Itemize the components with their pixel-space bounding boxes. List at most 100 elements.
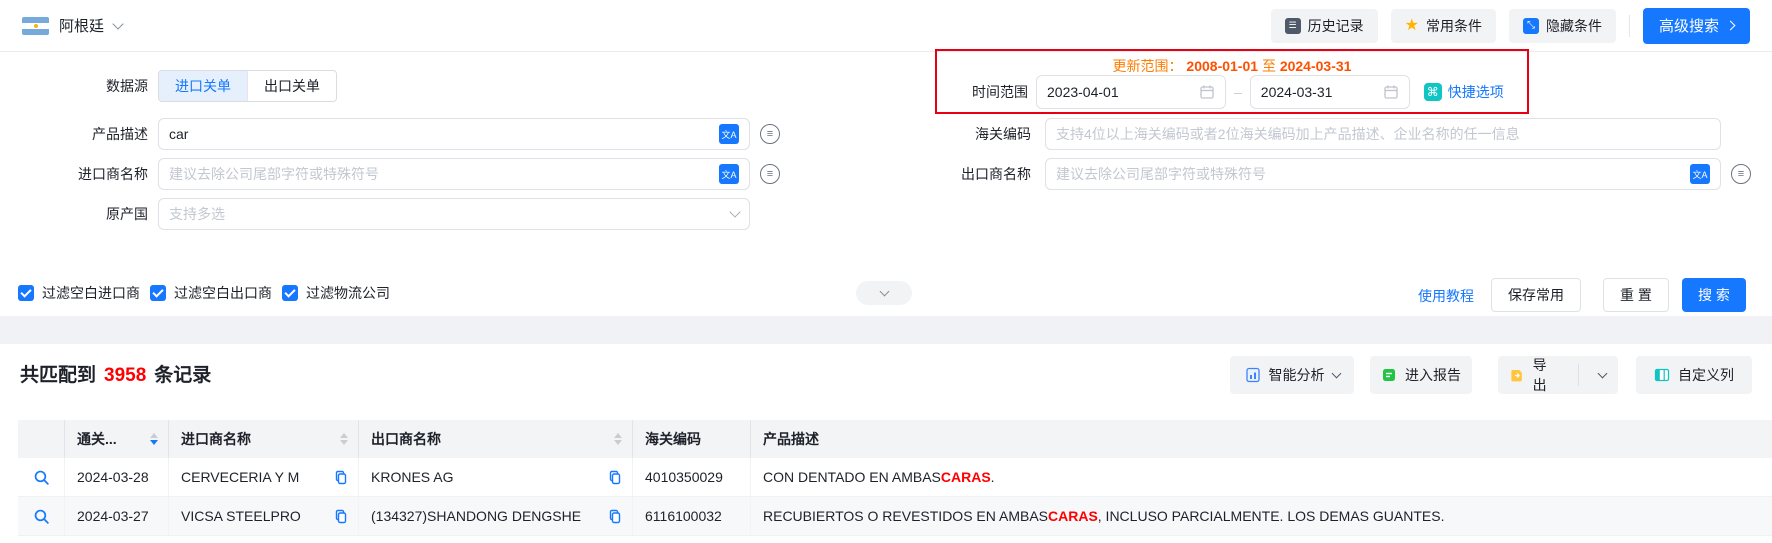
copy-icon[interactable] bbox=[608, 470, 622, 485]
quick-options-icon: ⌘ bbox=[1423, 83, 1442, 101]
exporter-field[interactable]: 文A bbox=[1045, 158, 1721, 190]
checkbox-checked-icon[interactable] bbox=[150, 285, 166, 301]
header-product-desc: 产品描述 bbox=[763, 431, 819, 447]
importer-label: 进口商名称 bbox=[78, 166, 148, 182]
checkbox-checked-icon[interactable] bbox=[18, 285, 34, 301]
customize-columns-button[interactable]: 自定义列 bbox=[1636, 356, 1752, 394]
translate-icon[interactable]: 文A bbox=[1690, 164, 1710, 184]
chevron-down-icon bbox=[1331, 368, 1341, 379]
chevron-down-icon bbox=[879, 286, 889, 296]
country-selector[interactable]: 阿根廷 bbox=[22, 15, 124, 36]
argentina-flag-icon bbox=[22, 16, 49, 35]
copy-icon[interactable] bbox=[334, 470, 348, 485]
origin-country-select[interactable] bbox=[158, 198, 750, 230]
hs-code-input[interactable] bbox=[1056, 126, 1710, 142]
cell-importer: CERVECERIA Y M bbox=[169, 458, 359, 496]
date-from-field[interactable] bbox=[1036, 75, 1226, 109]
cell-date: 2024-03-28 bbox=[65, 458, 169, 496]
hide-conditions-label: 隐藏条件 bbox=[1545, 17, 1602, 34]
exporter-input[interactable] bbox=[1056, 166, 1684, 182]
sort-icons bbox=[340, 433, 348, 445]
export-split-button: 导出 bbox=[1498, 356, 1618, 394]
product-desc-input[interactable] bbox=[169, 126, 713, 142]
reset-button[interactable]: 重 置 bbox=[1603, 278, 1669, 312]
importer-input[interactable] bbox=[169, 166, 713, 182]
chevron-right-icon bbox=[1725, 20, 1736, 31]
copy-icon[interactable] bbox=[334, 509, 348, 524]
tab-export-declarations[interactable]: 出口关单 bbox=[247, 71, 336, 101]
origin-country-input[interactable] bbox=[169, 206, 725, 222]
hide-conditions-button[interactable]: ⤡ 隐藏条件 bbox=[1508, 8, 1616, 43]
magnifier-icon bbox=[34, 470, 49, 485]
synonym-toggle-icon[interactable]: ≡ bbox=[1731, 164, 1751, 184]
collapse-form-button[interactable] bbox=[856, 281, 912, 305]
customize-columns-label: 自定义列 bbox=[1678, 367, 1734, 383]
tab-import-declarations[interactable]: 进口关单 bbox=[159, 71, 247, 101]
translate-icon[interactable]: 文A bbox=[719, 164, 739, 184]
count-number: 3958 bbox=[104, 365, 147, 386]
header-importer[interactable]: 进口商名称 bbox=[169, 420, 359, 458]
translate-icon[interactable]: 文A bbox=[719, 124, 739, 144]
export-dropdown-button[interactable] bbox=[1587, 356, 1618, 394]
count-prefix: 共匹配到 bbox=[20, 365, 97, 386]
calendar-icon bbox=[1384, 85, 1398, 99]
favorites-label: 常用条件 bbox=[1425, 17, 1482, 34]
copy-icon[interactable] bbox=[608, 509, 622, 524]
view-record-button[interactable] bbox=[18, 458, 65, 496]
smart-analysis-button[interactable]: 智能分析 bbox=[1230, 356, 1354, 394]
filter-blank-importer-checkbox[interactable]: 过滤空白进口商 bbox=[18, 283, 140, 303]
search-form: 更新范围： 2008-01-01 至 2024-03-31 时间范围 – ⌘ 快… bbox=[0, 49, 1772, 316]
top-bar: 阿根廷 ☰ 历史记录 ★ 常用条件 ⤡ 隐藏条件 高级搜索 bbox=[0, 0, 1772, 52]
date-range-dash: – bbox=[1234, 84, 1242, 100]
header-clearance-date[interactable]: 通关... bbox=[65, 420, 169, 458]
view-record-button[interactable] bbox=[18, 497, 65, 535]
quick-options-link[interactable]: ⌘ 快捷选项 bbox=[1423, 82, 1504, 102]
filter-logistics-label: 过滤物流公司 bbox=[306, 285, 390, 301]
sort-icons bbox=[150, 433, 158, 445]
sort-desc-icon[interactable] bbox=[614, 440, 622, 445]
filter-logistics-checkbox[interactable]: 过滤物流公司 bbox=[282, 283, 390, 303]
chevron-down-icon bbox=[729, 206, 741, 218]
filter-blank-exporter-checkbox[interactable]: 过滤空白出口商 bbox=[150, 283, 272, 303]
cell-exporter: (134327)SHANDONG DENGSHE bbox=[359, 497, 633, 535]
product-desc-field[interactable]: 文A bbox=[158, 118, 750, 150]
highlight-keyword: CARAS bbox=[940, 469, 991, 485]
importer-field[interactable]: 文A bbox=[158, 158, 750, 190]
checkbox-checked-icon[interactable] bbox=[282, 285, 298, 301]
date-to-field[interactable] bbox=[1249, 75, 1410, 109]
date-from-input[interactable] bbox=[1047, 84, 1193, 100]
product-desc-label: 产品描述 bbox=[92, 126, 148, 142]
star-icon: ★ bbox=[1404, 16, 1419, 34]
save-common-button[interactable]: 保存常用 bbox=[1491, 278, 1581, 312]
sort-asc-icon[interactable] bbox=[340, 433, 348, 438]
table-row[interactable]: 2024-03-27 VICSA STEELPRO (134327)SHANDO… bbox=[18, 497, 1772, 536]
header-exporter[interactable]: 出口商名称 bbox=[359, 420, 633, 458]
highlight-keyword: CARAS bbox=[1048, 508, 1098, 524]
favorites-button[interactable]: ★ 常用条件 bbox=[1390, 8, 1496, 43]
cell-hs-code: 4010350029 bbox=[633, 458, 751, 496]
sort-asc-icon[interactable] bbox=[150, 433, 158, 438]
sort-desc-icon[interactable] bbox=[150, 440, 158, 445]
sort-desc-icon[interactable] bbox=[340, 440, 348, 445]
hs-code-field[interactable] bbox=[1045, 118, 1721, 150]
history-button[interactable]: ☰ 历史记录 bbox=[1270, 8, 1378, 43]
chevron-down-icon bbox=[112, 17, 124, 30]
tutorial-link[interactable]: 使用教程 bbox=[1418, 286, 1474, 306]
count-suffix: 条记录 bbox=[154, 365, 212, 386]
cell-hs-code: 6116100032 bbox=[633, 497, 751, 535]
export-button[interactable]: 导出 bbox=[1498, 356, 1570, 394]
update-range-label: 更新范围： bbox=[1112, 58, 1183, 74]
table-header-row: 通关... 进口商名称 出口商名称 海关编码 产品描述 bbox=[18, 420, 1772, 458]
synonym-toggle-icon[interactable]: ≡ bbox=[760, 124, 780, 144]
search-button[interactable]: 搜 索 bbox=[1682, 278, 1746, 312]
cell-product-desc: RECUBIERTOS O REVESTIDOS EN AMBAS CARAS,… bbox=[763, 508, 1445, 524]
table-row[interactable]: 2024-03-28 CERVECERIA Y M KRONES AG 4010… bbox=[18, 458, 1772, 497]
cell-importer: VICSA STEELPRO bbox=[169, 497, 359, 535]
sort-asc-icon[interactable] bbox=[614, 433, 622, 438]
advanced-search-button[interactable]: 高级搜索 bbox=[1642, 7, 1750, 44]
synonym-toggle-icon[interactable]: ≡ bbox=[760, 164, 780, 184]
enter-report-label: 进入报告 bbox=[1405, 367, 1461, 383]
date-to-input[interactable] bbox=[1260, 84, 1377, 100]
time-range-row: 时间范围 – ⌘ 快捷选项 bbox=[972, 75, 1504, 109]
enter-report-button[interactable]: 进入报告 bbox=[1370, 356, 1472, 394]
